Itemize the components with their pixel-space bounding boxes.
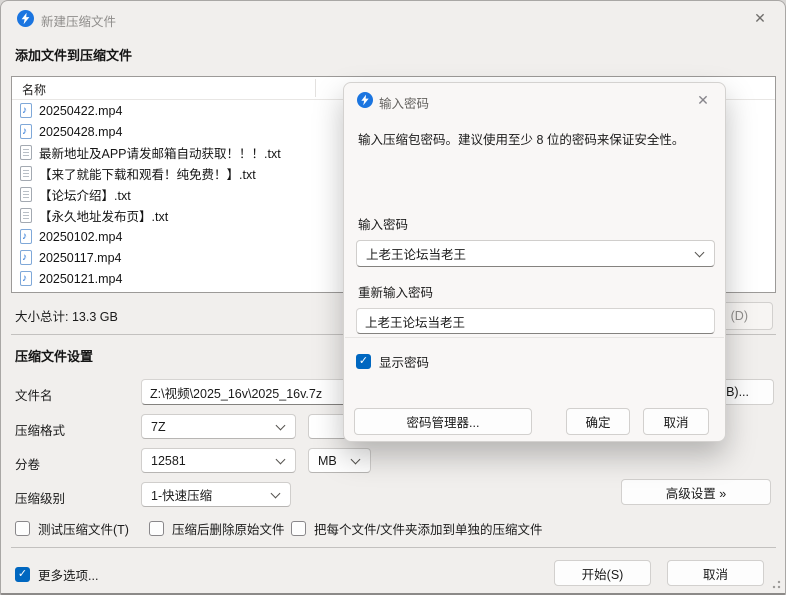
checkbox-label: 压缩后删除原始文件 [172, 519, 285, 538]
checkbox-label: 测试压缩文件(T) [38, 519, 129, 538]
password-manager-button[interactable]: 密码管理器... [354, 408, 532, 435]
checkbox-test-archive[interactable]: 测试压缩文件(T) [15, 519, 129, 538]
password-value: 上老王论坛当老王 [366, 244, 466, 263]
ok-button[interactable]: 确定 [566, 408, 630, 435]
checkbox-box[interactable] [15, 521, 30, 536]
file-type-icon [20, 229, 32, 244]
volume-label: 分卷 [15, 454, 40, 473]
dialog-message: 输入压缩包密码。建议使用至少 8 位的密码来保证安全性。 [358, 131, 710, 149]
file-name: 20250428.mp4 [39, 125, 122, 139]
chevron-down-icon [351, 456, 361, 466]
file-type-icon [20, 145, 32, 160]
file-name: 【来了就能下载和观看！纯免费！】.txt [39, 164, 256, 183]
bandizip-logo-icon [17, 10, 34, 27]
checkbox-more-options[interactable]: ✓ 更多选项... [15, 565, 98, 584]
bandizip-logo-icon [357, 92, 373, 108]
titlebar: 新建压缩文件 ✕ [1, 1, 785, 35]
volume-combobox[interactable]: 12581 [141, 448, 296, 473]
total-size-text: 大小总计: 13.3 GB [15, 306, 118, 325]
password-combobox[interactable]: 上老王论坛当老王 [356, 240, 715, 267]
window-close-icon[interactable]: ✕ [751, 9, 769, 27]
checkbox-label: 显示密码 [379, 352, 429, 371]
file-name: 【永久地址发布页】.txt [39, 206, 168, 225]
file-name: 20250117.mp4 [39, 251, 121, 265]
checkbox-show-password[interactable]: ✓ 显示密码 [356, 352, 429, 371]
file-type-icon [20, 250, 32, 265]
file-type-icon [20, 124, 32, 139]
dialog-close-icon[interactable]: ✕ [694, 91, 712, 109]
window-title: 新建压缩文件 [41, 11, 116, 30]
checkbox-delete-after[interactable]: 压缩后删除原始文件 [149, 519, 285, 538]
checkbox-box[interactable] [291, 521, 306, 536]
checkbox-box[interactable]: ✓ [15, 567, 30, 582]
file-type-icon [20, 187, 32, 202]
file-name: 最新地址及APP请发邮箱自动获取！！！.txt [39, 143, 281, 162]
cancel-button[interactable]: 取消 [667, 560, 764, 586]
chevron-down-icon [271, 490, 281, 500]
dialog-cancel-button[interactable]: 取消 [643, 408, 709, 435]
format-label: 压缩格式 [15, 420, 65, 439]
checkbox-label: 更多选项... [38, 565, 98, 584]
format-value: 7Z [151, 420, 166, 434]
chevron-down-icon [276, 422, 286, 432]
volume-unit-value: MB [318, 454, 337, 468]
checkbox-box[interactable]: ✓ [356, 354, 371, 369]
level-label: 压缩级别 [15, 488, 65, 507]
volume-value: 12581 [151, 454, 186, 468]
password-dialog: 输入密码 ✕ 输入压缩包密码。建议使用至少 8 位的密码来保证安全性。 输入密码… [343, 82, 726, 442]
file-type-icon [20, 271, 32, 286]
column-header-name[interactable]: 名称 [22, 81, 46, 98]
resize-grip[interactable] [771, 579, 781, 589]
file-name: 【论坛介绍】.txt [39, 185, 131, 204]
section-archive-settings: 压缩文件设置 [15, 346, 93, 365]
file-type-icon [20, 103, 32, 118]
advanced-settings-button[interactable]: 高级设置 » [621, 479, 771, 505]
file-type-icon [20, 208, 32, 223]
level-combobox[interactable]: 1-快速压缩 [141, 482, 291, 507]
checkbox-separate-archives[interactable]: 把每个文件/文件夹添加到单独的压缩文件 [291, 519, 542, 538]
checkbox-label: 把每个文件/文件夹添加到单独的压缩文件 [314, 519, 542, 538]
password-label: 输入密码 [358, 214, 408, 233]
volume-unit-combobox[interactable]: MB [308, 448, 371, 473]
dialog-separator [345, 337, 724, 338]
checkbox-box[interactable] [149, 521, 164, 536]
file-name: 20250102.mp4 [39, 230, 122, 244]
start-button[interactable]: 开始(S) [554, 560, 651, 586]
level-value: 1-快速压缩 [151, 485, 212, 504]
file-type-icon [20, 166, 32, 181]
file-name: 20250121.mp4 [39, 272, 122, 286]
format-combobox[interactable]: 7Z [141, 414, 296, 439]
file-name: 20250422.mp4 [39, 104, 122, 118]
confirm-password-label: 重新输入密码 [358, 282, 433, 301]
section-add-files: 添加文件到压缩文件 [15, 45, 132, 64]
dialog-title: 输入密码 [379, 93, 429, 112]
chevron-down-icon [276, 456, 286, 466]
confirm-password-input[interactable]: 上老王论坛当老王 [356, 308, 715, 334]
column-divider[interactable] [315, 79, 316, 97]
chevron-down-icon [695, 249, 705, 259]
filename-label: 文件名 [15, 385, 53, 404]
